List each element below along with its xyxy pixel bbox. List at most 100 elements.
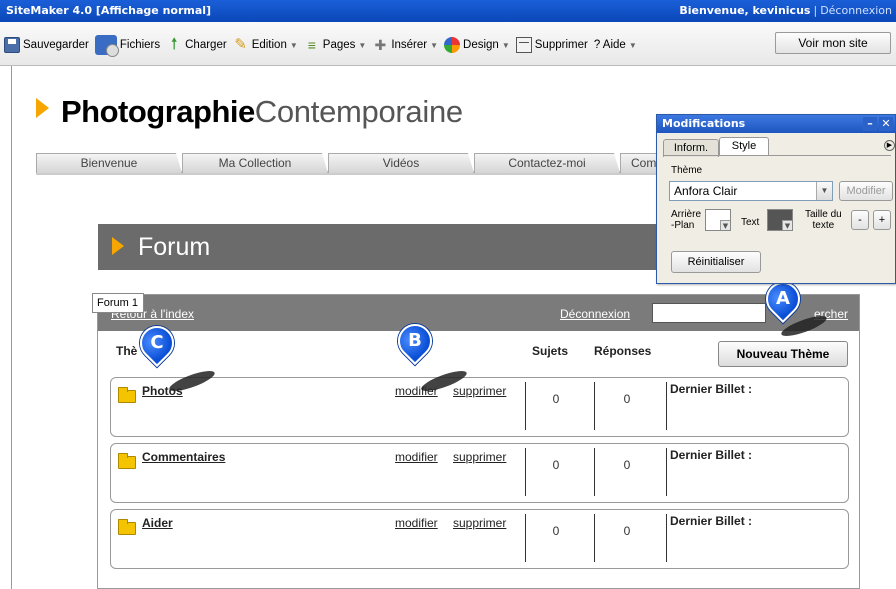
text-color-picker[interactable]: ▼ <box>767 209 793 231</box>
minimize-icon[interactable]: – <box>863 117 877 131</box>
increase-size-button[interactable]: + <box>873 210 891 230</box>
pages-label: Pages <box>322 39 356 51</box>
design-menu[interactable]: Design ▼ <box>444 37 510 53</box>
topic-count: 0 <box>552 458 560 472</box>
reset-button[interactable]: Réinitialiser <box>671 251 761 273</box>
marker-c-label: C <box>150 332 164 353</box>
column-replies: Réponses <box>594 344 652 358</box>
separator: | <box>813 4 818 17</box>
files-button[interactable]: Fichiers <box>94 35 161 57</box>
background-label: Arrière -Plan <box>671 209 701 231</box>
divider <box>666 448 667 496</box>
insert-icon: ✚ <box>374 37 387 53</box>
upload-label: Charger <box>185 39 227 51</box>
text-size-label-2: texte <box>812 220 835 231</box>
nav-tab-videos[interactable]: Vidéos <box>328 153 474 173</box>
nav-tab-collection[interactable]: Ma Collection <box>182 153 328 173</box>
app-title: SiteMaker 4.0 [Affichage normal] <box>6 4 212 17</box>
background-color-picker[interactable]: ▼ <box>705 209 731 231</box>
divider <box>525 382 526 430</box>
chevron-down-icon: ▼ <box>628 40 637 50</box>
arrow-right-icon <box>112 237 124 255</box>
insert-menu[interactable]: ✚ Insérer ▼ <box>372 37 438 53</box>
files-label: Fichiers <box>119 39 161 51</box>
column-theme: Thè <box>116 344 138 358</box>
theme-link[interactable]: Commentaires <box>142 450 225 464</box>
text-size-label-1: Taille du <box>805 209 842 220</box>
upload-icon: 🠕 <box>170 36 178 53</box>
save-button[interactable]: Sauvegarder <box>4 37 89 53</box>
site-title: PhotographieContemporaine <box>36 92 463 132</box>
table-row: Aider modifier supprimer 0 0 Dernier Bil… <box>110 509 849 569</box>
chevron-down-icon: ▼ <box>816 182 832 200</box>
reply-count: 0 <box>623 524 631 538</box>
divider <box>594 382 595 430</box>
close-icon[interactable]: ✕ <box>879 117 893 131</box>
reply-count: 0 <box>623 392 631 406</box>
pages-icon: ≡ <box>307 37 316 53</box>
help-label: ? Aide <box>593 39 626 51</box>
upload-button[interactable]: 🠕 Charger <box>166 37 227 53</box>
new-theme-button[interactable]: Nouveau Thème <box>718 341 848 367</box>
delete-link[interactable]: supprimer <box>453 450 506 464</box>
edit-menu[interactable]: ✎ Edition ▼ <box>233 37 298 53</box>
folder-icon <box>118 387 136 403</box>
column-topics: Sujets <box>532 344 569 358</box>
logout-link[interactable]: Déconnexion <box>820 4 892 17</box>
tab-style[interactable]: Style <box>719 137 769 155</box>
pages-menu[interactable]: ≡ Pages ▼ <box>304 37 367 53</box>
delete-link[interactable]: supprimer <box>453 516 506 530</box>
modify-link[interactable]: modifier <box>395 516 438 530</box>
reply-count: 0 <box>623 458 631 472</box>
divider <box>594 514 595 562</box>
forum-bar: Retour à l'index Déconnexion ercher <box>98 295 859 331</box>
forum-tag: Forum 1 <box>92 293 144 313</box>
files-icon <box>94 35 119 57</box>
theme-select[interactable]: Anfora Clair ▼ <box>669 181 833 201</box>
panel-header[interactable]: Modifications – ✕ <box>657 115 895 133</box>
modify-button[interactable]: Modifier <box>839 181 893 201</box>
site-title-bold: Photographie <box>61 94 255 129</box>
marker-b-label: B <box>408 330 422 351</box>
forum-widget[interactable]: Retour à l'index Déconnexion ercher Thè … <box>97 294 860 589</box>
background-label-1: Arrière <box>671 209 702 220</box>
save-icon <box>4 37 20 53</box>
divider <box>525 448 526 496</box>
nav-tab-welcome[interactable]: Bienvenue <box>36 153 182 173</box>
table-row: Commentaires modifier supprimer 0 0 Dern… <box>110 443 849 503</box>
save-label: Sauvegarder <box>23 39 89 51</box>
decrease-size-button[interactable]: - <box>851 210 869 230</box>
folder-icon <box>118 453 136 469</box>
design-label: Design <box>463 39 499 51</box>
design-icon <box>444 37 461 53</box>
topic-count: 0 <box>552 524 560 538</box>
theme-label: Thème <box>671 165 703 176</box>
divider <box>666 514 667 562</box>
page-border <box>11 66 12 589</box>
forum-logout-link[interactable]: Déconnexion <box>560 307 630 321</box>
chevron-down-icon: ▼ <box>782 220 792 230</box>
topic-count: 0 <box>552 392 560 406</box>
app-title-bar: SiteMaker 4.0 [Affichage normal] Bienven… <box>0 0 896 22</box>
chevron-down-icon: ▼ <box>289 40 298 50</box>
edit-label: Edition <box>251 39 287 51</box>
help-menu[interactable]: ? Aide ▼ <box>594 39 637 51</box>
delete-link[interactable]: supprimer <box>453 384 506 398</box>
theme-link[interactable]: Aider <box>142 516 173 530</box>
tab-divider <box>663 155 891 156</box>
panel-title: Modifications <box>662 117 746 130</box>
modify-link[interactable]: modifier <box>395 450 438 464</box>
welcome-text: Bienvenue, kevinicus <box>679 4 811 17</box>
last-post-label: Dernier Billet : <box>670 448 753 462</box>
view-site-button[interactable]: Voir mon site <box>775 32 891 54</box>
text-size-label: Taille du texte <box>805 209 842 231</box>
delete-button[interactable]: Supprimer <box>515 37 588 53</box>
chevron-down-icon: ▼ <box>358 40 367 50</box>
site-title-light: Contemporaine <box>254 94 463 129</box>
search-input[interactable] <box>652 303 766 323</box>
nav-tab-contact[interactable]: Contactez-moi <box>474 153 620 173</box>
chevron-down-icon: ▼ <box>501 40 510 50</box>
next-tab-icon[interactable]: ▶ <box>884 140 895 151</box>
chevron-down-icon: ▼ <box>430 40 439 50</box>
insert-label: Insérer <box>391 39 428 51</box>
